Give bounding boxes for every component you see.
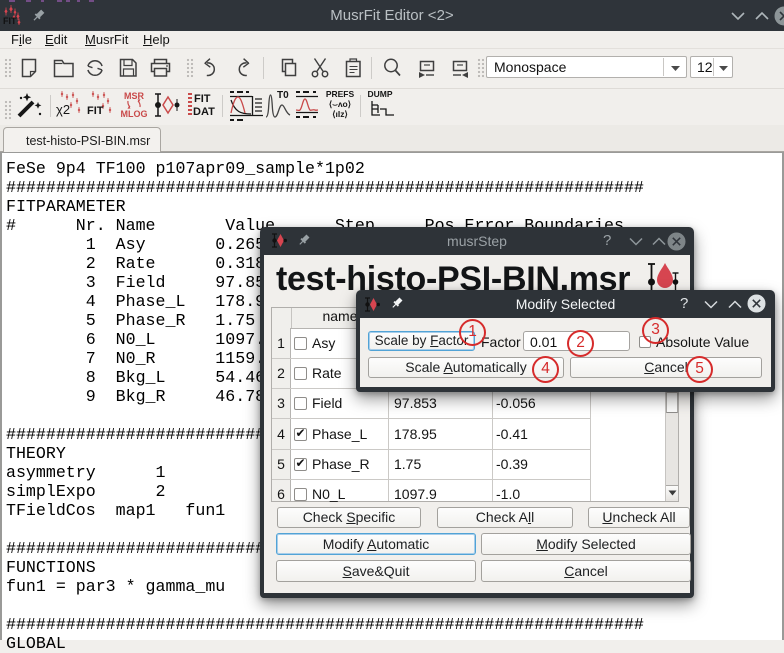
svg-text:DAT: DAT bbox=[193, 106, 215, 118]
svg-text:FIT: FIT bbox=[194, 93, 211, 105]
svg-text:T0: T0 bbox=[277, 90, 289, 101]
svg-text:MSR: MSR bbox=[124, 91, 145, 101]
svg-text:PREFS: PREFS bbox=[326, 89, 355, 99]
svg-text:⟨⌣ʌo⟩: ⟨⌣ʌo⟩ bbox=[329, 99, 351, 109]
svg-text:χ2: χ2 bbox=[56, 102, 70, 117]
svg-text:⟨ılz⟩: ⟨ılz⟩ bbox=[332, 109, 348, 119]
svg-text:DUMP: DUMP bbox=[367, 89, 392, 99]
svg-text:MLOG: MLOG bbox=[121, 109, 148, 119]
svg-text:FIT: FIT bbox=[87, 105, 104, 117]
